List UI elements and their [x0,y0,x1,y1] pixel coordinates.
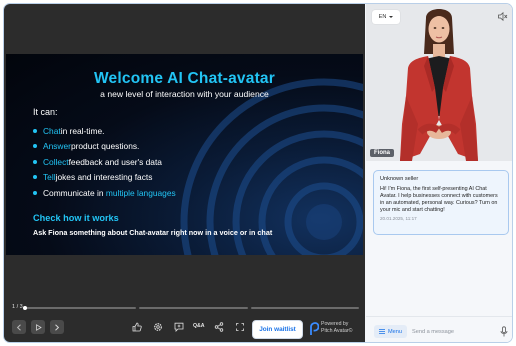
powered-by-text[interactable]: Powered by Pitch Avatar© [321,321,352,334]
feature-item: Chat in real-time. [33,123,176,139]
next-slide-button[interactable] [50,320,64,334]
app-frame: Welcome AI Chat-avatar a new level of in… [3,3,513,343]
bullet-icon [33,144,37,149]
chevron-right-icon [55,323,60,331]
message-timestamp: 20.01.2025, 11:17 [380,216,417,222]
avatar-video: EN Fiona [366,4,512,161]
bullet-icon [33,128,37,133]
slide-intro: It can: [33,107,58,117]
pitch-avatar-logo-icon [310,322,319,335]
slide-title: Welcome AI Chat-avatar [94,70,275,87]
message-sender: Unknown seller [380,176,419,182]
feature-text: Communicate in [43,187,106,198]
fullscreen-button[interactable] [234,321,246,333]
message-input[interactable] [412,325,496,338]
feature-text: product questions. [70,141,140,152]
qa-button[interactable]: Q&A [193,323,205,329]
powered-by-brand: Pitch Avatar© [321,327,353,334]
bullet-icon [33,175,37,180]
share-icon [214,322,224,332]
feature-text: jokes and interesting facts [55,172,153,183]
feature-highlight: multiple languages [105,187,176,198]
slide-counter: 1 / 3 [12,304,23,310]
feature-highlight: Chat [43,125,61,136]
slide-subtitle: a new level of interaction with your aud… [100,89,269,99]
powered-by-line: Powered by [321,321,349,327]
comment-button[interactable] [173,321,185,333]
progress-segment-2[interactable] [139,307,248,309]
chat-composer: Menu [366,316,512,342]
share-button[interactable] [213,321,225,333]
thumbs-up-icon [132,322,142,332]
feature-highlight: Tell [43,172,56,183]
speaker-muted-icon [498,11,508,22]
feature-item: Answer product questions. [33,139,176,155]
bullet-icon [33,159,37,164]
language-code: EN [378,14,387,20]
gear-icon [154,323,162,331]
feature-highlight: Answer [43,141,71,152]
message-text: Hi! I'm Fiona, the first self-presenting… [380,186,498,214]
menu-button[interactable]: Menu [374,325,407,338]
progress-segment-1[interactable] [25,307,136,309]
bullet-icon [33,190,37,195]
feature-item: Tell jokes and interesting facts [33,170,176,186]
play-icon [35,323,42,331]
chevron-left-icon [16,323,21,331]
feature-item: Communicate in multiple languages [33,185,176,201]
progress-segment-3[interactable] [251,307,359,309]
like-button[interactable] [131,321,143,333]
feature-item: Collect feedback and user's data [33,154,176,170]
presentation-player: Welcome AI Chat-avatar a new level of in… [4,4,365,342]
progress-handle[interactable] [23,306,27,310]
cta-text: Ask Fiona something about Chat-avatar ri… [33,228,273,237]
cta-title: Check how it works [33,213,119,223]
mute-button[interactable] [497,11,508,22]
previous-slide-button[interactable] [12,320,26,334]
microphone-button[interactable] [500,326,508,337]
settings-button[interactable] [152,321,164,333]
avatar-chat-panel: EN Fiona Unknown seller Hi! I'm Fiona, t… [366,4,512,342]
avatar-presenter-image [400,9,478,161]
hamburger-icon [379,329,385,334]
fullscreen-icon [236,323,244,331]
feature-list: Chat in real-time. Answer product questi… [33,123,176,201]
feature-highlight: Collect [43,156,69,167]
caret-down-icon [389,16,394,18]
avatar-name-tag: Fiona [370,149,394,157]
menu-label: Menu [388,328,402,335]
feature-text: in real-time. [60,125,105,136]
microphone-icon [500,326,508,337]
language-selector[interactable]: EN [372,10,400,24]
slide-canvas: Welcome AI Chat-avatar a new level of in… [6,54,363,255]
play-button[interactable] [31,320,45,334]
feature-text: feedback and user's data [68,156,162,167]
chat-message: Unknown seller Hi! I'm Fiona, the first … [373,170,509,235]
comment-icon [174,322,184,332]
join-waitlist-button[interactable]: Join waitlist [252,320,303,339]
